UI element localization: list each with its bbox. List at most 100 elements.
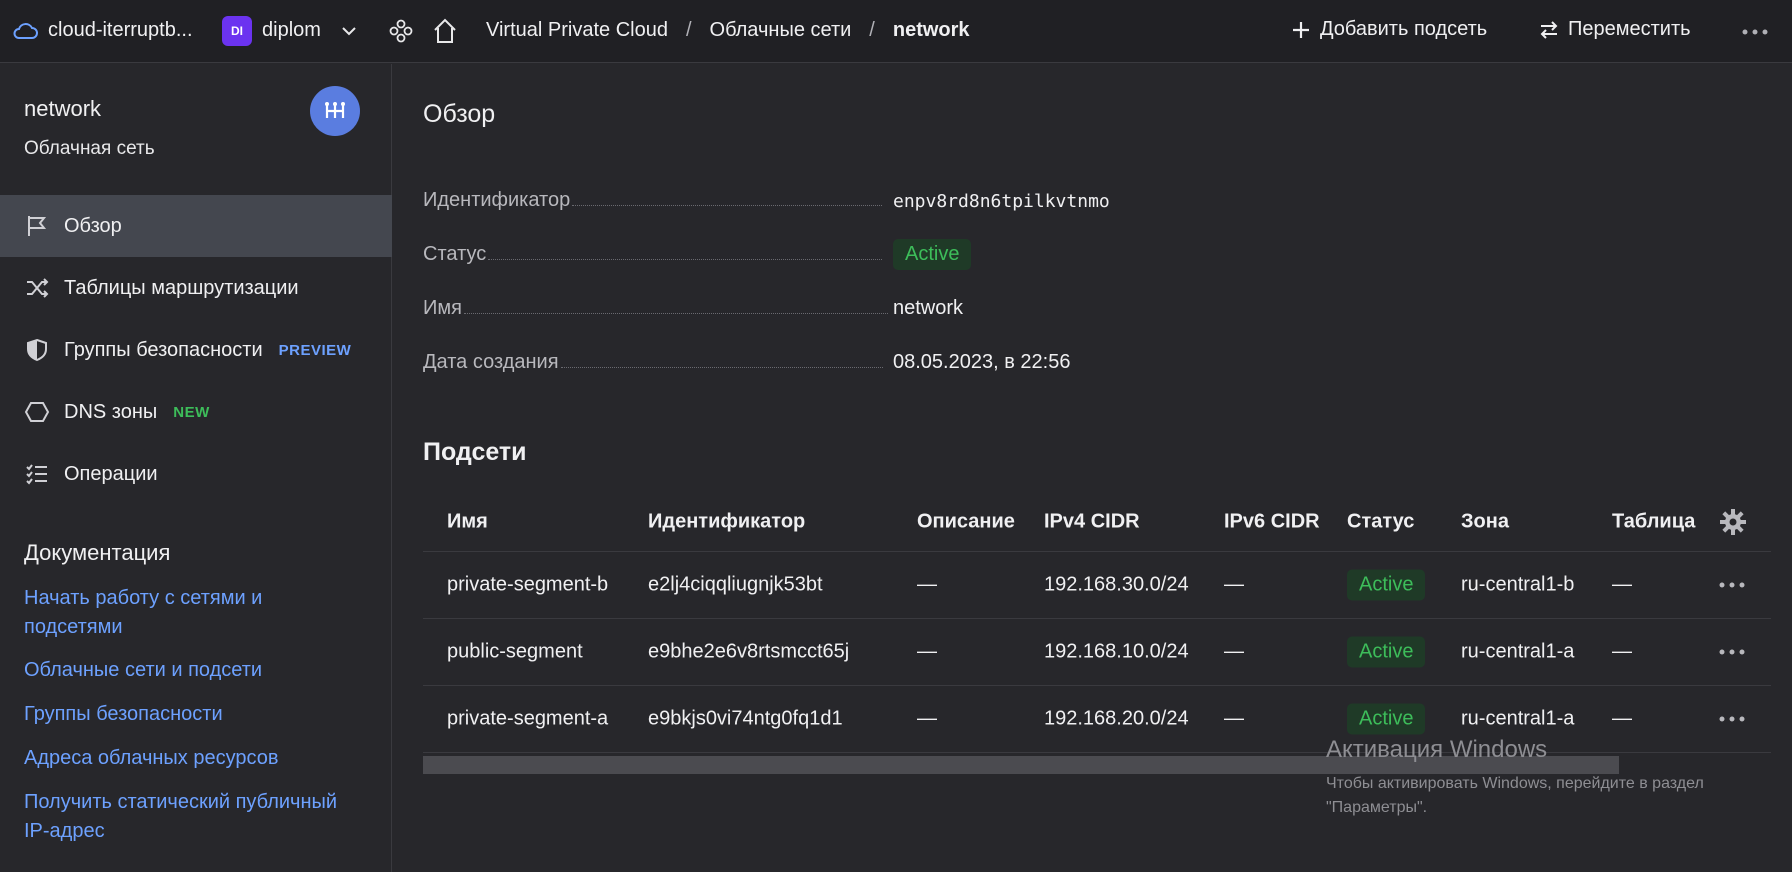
dotted-leader [488, 259, 883, 260]
folder-badge[interactable]: DI [222, 16, 252, 46]
watermark-line1: Чтобы активировать Windows, перейдите в … [1326, 775, 1704, 792]
subnet-route-table: — [1612, 640, 1632, 663]
windows-activation-watermark: Активация Windows Чтобы активировать Win… [1326, 736, 1704, 820]
subnet-ipv6: — [1224, 640, 1244, 663]
subnet-ipv4: 192.168.10.0/24 [1044, 640, 1189, 663]
subnet-name[interactable]: private-segment-b [447, 574, 608, 597]
field-key: Дата создания [423, 351, 559, 373]
sidebar-item-operations[interactable]: Операции [0, 443, 392, 505]
sidebar: network Облачная сеть Обзор Таблицы марш… [0, 64, 392, 872]
column-header: Зона [1461, 510, 1509, 532]
subnet-ipv6: — [1224, 573, 1244, 596]
sidebar-item-label: Группы безопасности [64, 338, 263, 361]
move-label: Переместить [1568, 18, 1691, 40]
subnet-zone: ru-central1-a [1461, 640, 1575, 663]
table-row[interactable]: private-segment-b e2lj4ciqqliugnjk53bt —… [423, 552, 1771, 619]
column-header: IPv4 CIDR [1044, 510, 1140, 532]
folder-selector[interactable]: diplom [262, 19, 321, 42]
docs-heading: Документация [24, 540, 171, 565]
doc-link[interactable]: Облачные сети и подсети [24, 656, 364, 685]
cloud-selector[interactable]: cloud-iterruptb... [48, 19, 193, 42]
subnet-id: e9bkjs0vi74ntg0fq1d1 [648, 707, 843, 730]
services-icon[interactable] [388, 18, 414, 44]
breadcrumb-separator: / [869, 19, 875, 41]
column-header: Идентификатор [648, 510, 806, 532]
flag-icon [28, 216, 47, 236]
subnet-id: e9bhe2e6v8rtsmcct65j [648, 640, 850, 663]
shuffle-icon [27, 278, 49, 298]
subnet-ipv4: 192.168.30.0/24 [1044, 573, 1189, 596]
plus-icon [1293, 21, 1309, 38]
column-header: Имя [447, 510, 488, 532]
subnet-description: — [917, 573, 937, 596]
field-status: Статус Active [423, 236, 1223, 270]
sidebar-item-dns-zones[interactable]: DNS зоны NEW [0, 381, 392, 443]
home-icon[interactable] [432, 17, 458, 45]
watermark-title: Активация Windows [1326, 736, 1548, 763]
breadcrumb-vpc[interactable]: Virtual Private Cloud [486, 19, 668, 42]
doc-link[interactable]: Адреса облачных ресурсов [24, 744, 364, 773]
created-date-value: 08.05.2023, в 22:56 [893, 351, 1071, 373]
field-key: Имя [423, 297, 462, 319]
new-tag: NEW [173, 403, 210, 421]
status-badge: Active [1347, 636, 1426, 668]
column-header: IPv6 CIDR [1224, 510, 1320, 532]
gear-icon[interactable] [1719, 508, 1747, 536]
breadcrumb: Virtual Private Cloud / Облачные сети / … [486, 19, 970, 42]
status-badge: Active [1347, 703, 1426, 735]
chevron-down-icon[interactable] [340, 22, 358, 40]
doc-link[interactable]: Группы безопасности [24, 700, 364, 729]
row-more-icon[interactable] [1717, 714, 1747, 724]
network-name-value: network [893, 297, 964, 319]
watermark-line2: "Параметры". [1326, 799, 1428, 816]
column-header: Статус [1347, 510, 1415, 532]
field-created: Дата создания 08.05.2023, в 22:56 [423, 344, 1223, 374]
network-avatar [310, 86, 360, 136]
subnet-zone: ru-central1-a [1461, 707, 1575, 730]
sidebar-item-label: Таблицы маршрутизации [64, 276, 299, 299]
breadcrumb-networks[interactable]: Облачные сети [710, 19, 852, 42]
field-key: Статус [423, 243, 487, 265]
sidebar-item-label: DNS зоны [64, 400, 158, 423]
hexagon-icon [24, 402, 50, 422]
breadcrumb-current: network [892, 19, 970, 41]
sidebar-item-label: Операции [64, 462, 158, 485]
top-bar: cloud-iterruptb... DI diplom Virtual Pri… [0, 0, 1792, 63]
field-id: Идентификатор enpv8rd8n6tpilkvtnmo [423, 182, 1223, 212]
more-icon[interactable] [1740, 22, 1770, 42]
table-header: Имя Идентификатор Описание IPv4 CIDR IPv… [423, 492, 1771, 552]
doc-link[interactable]: Получить статический публичный IP-адрес [24, 788, 364, 846]
subnet-description: — [917, 707, 937, 730]
subnet-zone: ru-central1-b [1461, 573, 1575, 596]
subnet-id: e2lj4ciqqliugnjk53bt [648, 573, 823, 596]
column-header: Описание [917, 510, 1015, 532]
status-badge: Active [893, 239, 972, 270]
add-subnet-button[interactable]: Добавить подсеть [1290, 18, 1487, 41]
overview-heading: Обзор [423, 100, 496, 128]
sidebar-item-routing-tables[interactable]: Таблицы маршрутизации [0, 257, 392, 319]
row-more-icon[interactable] [1717, 580, 1747, 590]
dotted-leader [463, 313, 888, 314]
subnets-table: Имя Идентификатор Описание IPv4 CIDR IPv… [423, 492, 1771, 753]
subnet-name[interactable]: public-segment [447, 641, 583, 664]
breadcrumb-separator: / [685, 19, 692, 41]
column-header: Таблица [1612, 510, 1696, 532]
cloud-icon[interactable] [12, 20, 38, 42]
sidebar-item-overview[interactable]: Обзор [0, 195, 392, 257]
table-row[interactable]: public-segment e9bhe2e6v8rtsmcct65j — 19… [423, 619, 1771, 686]
move-button[interactable]: Переместить [1538, 18, 1691, 41]
sidebar-item-security-groups[interactable]: Группы безопасности PREVIEW [0, 319, 392, 381]
doc-link[interactable]: Начать работу с сетями и подсетями [24, 584, 364, 642]
network-id-value[interactable]: enpv8rd8n6tpilkvtnmo [893, 191, 1110, 212]
sidebar-item-label: Обзор [64, 214, 122, 237]
resource-title: network [24, 96, 102, 121]
status-badge: Active [1347, 569, 1426, 601]
row-more-icon[interactable] [1717, 647, 1747, 657]
field-name: Имя network [423, 290, 1223, 320]
subnet-ipv6: — [1224, 707, 1244, 730]
subnet-route-table: — [1612, 707, 1632, 730]
subnet-route-table: — [1612, 573, 1632, 596]
shield-icon [27, 338, 47, 362]
add-subnet-label: Добавить подсеть [1320, 18, 1488, 40]
subnet-name[interactable]: private-segment-a [447, 708, 608, 731]
